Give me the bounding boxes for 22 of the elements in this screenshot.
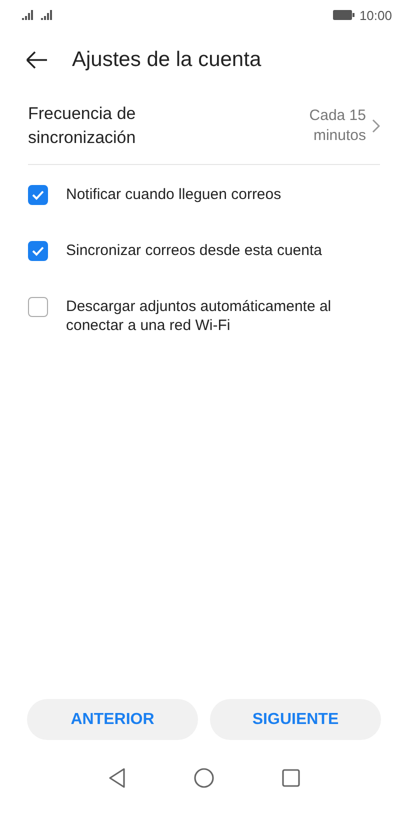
home-nav-icon[interactable]	[194, 768, 214, 788]
page-title: Ajustes de la cuenta	[72, 48, 262, 72]
option-label: Descargar adjuntos automáticamente al conectar a una red Wi-Fi	[66, 297, 332, 335]
nav-button[interactable]: SIGUIENTE	[210, 699, 381, 740]
check-icon	[32, 246, 44, 256]
checkbox[interactable]	[28, 185, 48, 205]
check-icon	[32, 190, 44, 200]
checkbox[interactable]	[28, 297, 48, 317]
checkbox[interactable]	[28, 241, 48, 261]
signal-icon	[22, 10, 35, 20]
signal-icon	[41, 10, 54, 20]
sync-frequency-setting[interactable]: Frecuencia de sincronización Cada 15 minutos	[28, 102, 380, 164]
nav-button[interactable]: ANTERIOR	[27, 699, 198, 740]
clock-time: 10:00	[359, 8, 392, 22]
battery-icon	[333, 10, 356, 20]
setting-value: Cada 15 minutos	[308, 106, 366, 146]
option-label: Sincronizar correos desde esta cuenta	[66, 241, 322, 261]
back-nav-icon[interactable]	[108, 768, 126, 788]
chevron-icon	[372, 119, 380, 133]
setting-label: Frecuencia de sincronización	[28, 103, 137, 149]
option-label: Notificar cuando lleguen correos	[66, 185, 282, 205]
recents-nav-icon[interactable]	[282, 769, 300, 787]
